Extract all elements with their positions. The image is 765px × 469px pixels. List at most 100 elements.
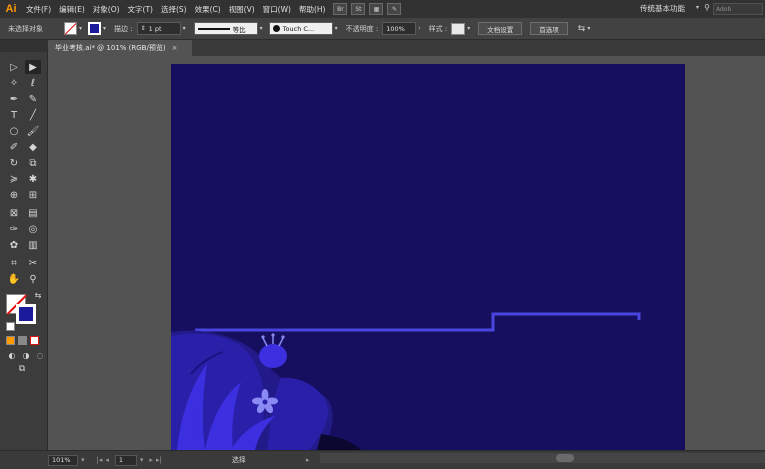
artboard[interactable] [171,64,685,450]
stroke-weight-field[interactable]: ⇕ 1 pt [136,22,181,35]
stock-button[interactable]: St [351,3,366,15]
stroke-swatch[interactable] [88,22,102,35]
pen-tool-icon[interactable]: ✒ [6,92,22,106]
color-mode-icon[interactable] [6,336,15,345]
chevron-down-icon[interactable]: ▾ [587,25,590,32]
next-artboard-icon[interactable]: ▸ [149,456,153,464]
menu-effect[interactable]: 效果(C) [191,4,225,15]
column-graph-tool-icon[interactable]: ▥ [25,238,41,252]
puppet-warp-tool-icon[interactable]: ✱ [25,172,41,186]
step-line [195,312,641,332]
canvas-area[interactable] [49,56,765,450]
stepper-icon[interactable]: ⇕ [141,25,146,32]
chevron-down-icon[interactable]: ▾ [140,456,144,464]
status-menu-icon[interactable]: ▸ [306,456,310,464]
document-tab[interactable]: 毕业考核.ai* @ 101% (RGB/预览) × [50,40,192,56]
screen-mode-icon[interactable]: ⧉ [14,362,30,376]
document-tab-bar: 毕业考核.ai* @ 101% (RGB/预览) × [50,40,765,56]
gpu-icon[interactable]: ✎ [387,3,402,15]
hand-tool-icon[interactable]: ✋ [6,272,22,286]
menu-help[interactable]: 帮助(H) [295,4,330,15]
magic-wand-icon[interactable]: ✧ [6,76,22,90]
brush-name: Touch C... [282,24,315,33]
close-icon[interactable]: × [172,44,178,52]
chevron-down-icon[interactable]: ▾ [260,25,263,32]
eraser-tool-icon[interactable]: ◆ [25,140,41,154]
horizontal-scrollbar[interactable] [320,453,765,463]
chevron-down-icon[interactable]: ▾ [79,25,82,32]
transform-icon[interactable]: ⇆ [578,24,586,34]
blend-tool-icon[interactable]: ◎ [25,222,41,236]
chevron-down-icon[interactable]: ▾ [467,25,470,32]
panel-grip[interactable] [0,40,48,52]
graphic-style-swatch[interactable] [451,22,466,35]
menu-window[interactable]: 窗口(W) [259,4,295,15]
brush-definition[interactable]: Touch C... [268,22,333,35]
chevron-down-icon[interactable]: ▾ [103,25,106,32]
menu-select[interactable]: 选择(S) [157,4,191,15]
style-label: 样式 : [428,24,448,33]
menu-file[interactable]: 文件(F) [22,4,55,15]
paintbrush-tool-icon[interactable]: 🖌 [25,124,41,138]
workspace-switcher[interactable]: 传统基本功能 [640,3,685,14]
ellipse-tool-icon[interactable]: ○ [6,124,22,138]
shape-builder-tool-icon[interactable]: ⊕ [6,188,22,202]
width-tool-icon[interactable]: ≽ [6,172,22,186]
chevron-down-icon[interactable]: ▾ [183,25,186,32]
chevron-down-icon[interactable]: ▾ [335,25,338,32]
default-colors-icon[interactable] [6,322,15,331]
last-artboard-icon[interactable]: ▸| [156,456,162,464]
search-input[interactable]: Adob [713,3,763,15]
arrange-documents-icon[interactable]: ▦ [369,3,384,15]
slice-tool-icon[interactable]: ✂ [25,256,41,270]
zoom-field[interactable]: 101% [48,454,78,466]
menu-edit[interactable]: 编辑(E) [55,4,89,15]
artwork [171,312,641,450]
opacity-label[interactable]: 不透明度 : [346,24,379,34]
gradient-tool-icon[interactable]: ▤ [25,206,41,220]
document-setup-button[interactable]: 文档设置 [478,22,523,35]
mesh-tool-icon[interactable]: ⊠ [6,206,22,220]
chevron-right-icon[interactable]: › [418,25,420,32]
shaper-tool-icon[interactable]: ✐ [6,140,22,154]
search-icon[interactable]: ⚲ [704,3,710,12]
draw-inside-icon[interactable]: ◌ [32,348,48,362]
line-segment-tool-icon[interactable]: ╱ [25,108,41,122]
preferences-button[interactable]: 首选项 [530,22,568,35]
stroke-label[interactable]: 描边 : [114,24,133,34]
current-tool-label: 选择 [231,456,246,464]
artboard-tool-icon[interactable]: ⌗ [6,256,22,270]
type-tool-icon[interactable]: T [6,108,22,122]
eyedropper-tool-icon[interactable]: ✑ [6,222,22,236]
none-mode-icon[interactable] [30,336,39,345]
stamen-tip [271,333,275,337]
menu-view[interactable]: 视图(V) [225,4,259,15]
fill-swatch[interactable] [64,22,77,35]
scale-tool-icon[interactable]: ⧉ [25,156,41,170]
menu-object[interactable]: 对象(O) [89,4,124,15]
perspective-grid-tool-icon[interactable]: ⊞ [25,188,41,202]
stroke-color-swatch[interactable] [16,304,36,324]
lasso-icon[interactable]: ℓ [25,76,41,90]
direct-selection-tool-icon[interactable]: ▶ [25,60,41,74]
opacity-field[interactable]: 100% [382,22,417,35]
menu-type[interactable]: 文字(T) [124,4,157,15]
zoom-tool-icon[interactable]: ⚲ [25,272,41,286]
bridge-button[interactable]: Br [333,3,348,15]
artboard-number-field[interactable]: 1 [114,454,137,466]
swap-colors-icon[interactable]: ⇆ [30,288,46,302]
chevron-down-icon[interactable]: ▾ [81,456,85,464]
first-artboard-icon[interactable]: |◂ [97,456,103,464]
menu-bar: Ai 文件(F) 编辑(E) 对象(O) 文字(T) 选择(S) 效果(C) 视… [0,0,765,18]
gradient-mode-icon[interactable] [18,336,27,345]
chevron-down-icon[interactable]: ▾ [696,4,699,11]
symbol-sprayer-tool-icon[interactable]: ✿ [6,238,22,252]
selection-tool-icon[interactable]: ▷ [6,60,22,74]
scrollbar-thumb[interactable] [556,454,574,462]
variable-width-profile[interactable]: 等比 [193,22,258,35]
rotate-tool-icon[interactable]: ↻ [6,156,22,170]
curvature-tool-icon[interactable]: ✎ [25,92,41,106]
document-tab-title: 毕业考核.ai* @ 101% (RGB/预览) [55,44,166,52]
flower-bud [259,344,287,368]
previous-artboard-icon[interactable]: ◂ [105,456,109,464]
